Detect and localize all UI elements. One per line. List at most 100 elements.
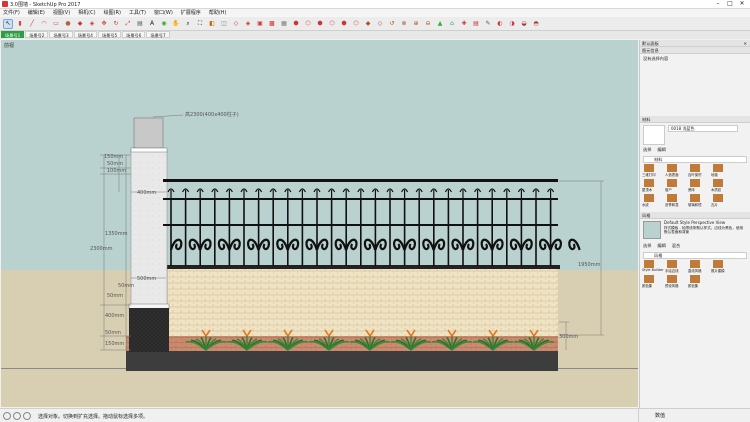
sandbox-icon[interactable]: ▲ bbox=[435, 19, 445, 29]
right-view-icon[interactable]: ⬡ bbox=[327, 19, 337, 29]
style-swatch[interactable]: 预设风格 bbox=[665, 275, 687, 289]
zoom-extents-icon[interactable]: ⛶ bbox=[195, 19, 205, 29]
material-swatch[interactable]: 木质纹 bbox=[711, 179, 733, 193]
scene-tab-6[interactable]: 场景号6 bbox=[122, 31, 146, 38]
warehouse-icon[interactable]: ⌂ bbox=[447, 19, 457, 29]
paint-bucket-icon[interactable]: ● bbox=[63, 19, 73, 29]
eraser-icon[interactable]: ▮ bbox=[15, 19, 25, 29]
layout-icon[interactable]: ▤ bbox=[471, 19, 481, 29]
scene-tab-7[interactable]: 场景号7 bbox=[146, 31, 170, 38]
menu-file[interactable]: 文件(F) bbox=[3, 9, 20, 17]
component-icon[interactable]: ◆ bbox=[363, 19, 373, 29]
entity-info-header[interactable]: 图元信息 bbox=[640, 47, 750, 54]
styles-tab-mix[interactable]: 混合 bbox=[672, 243, 680, 251]
material-swatch[interactable]: 水纹 bbox=[642, 194, 664, 208]
arc-tool-icon[interactable]: ◠ bbox=[39, 19, 49, 29]
menu-extensions[interactable]: 扩展程序 bbox=[181, 9, 201, 17]
shaded-icon[interactable]: ▣ bbox=[255, 19, 265, 29]
material-swatch[interactable]: 人造表面 bbox=[665, 164, 687, 178]
scale-icon[interactable]: ⤢ bbox=[123, 19, 133, 29]
tape-measure-icon[interactable]: ▤ bbox=[135, 19, 145, 29]
line-tool-icon[interactable]: ╱ bbox=[27, 19, 37, 29]
style-swatch[interactable]: 颜色集 bbox=[642, 275, 664, 289]
move-icon[interactable]: ✥ bbox=[99, 19, 109, 29]
measurements-box[interactable]: 数值 bbox=[638, 408, 750, 422]
rotate-icon[interactable]: ↻ bbox=[111, 19, 121, 29]
style-swatch[interactable]: 颜色集 bbox=[688, 275, 710, 289]
material-name-field[interactable]: 0018 浅蓝色 bbox=[668, 125, 738, 132]
back-view-icon[interactable]: ⬢ bbox=[339, 19, 349, 29]
shape-tool-icon[interactable]: ▭ bbox=[51, 19, 61, 29]
material-swatch[interactable]: 玻璃和镜 bbox=[688, 194, 710, 208]
material-swatch[interactable]: 瓷砖 bbox=[688, 179, 710, 193]
menu-help[interactable]: 帮助(H) bbox=[209, 9, 227, 17]
minimize-button[interactable]: – bbox=[712, 0, 724, 8]
scene-tab-5[interactable]: 场景号5 bbox=[97, 31, 122, 38]
scene-tab-1[interactable]: 场景号1 bbox=[1, 31, 25, 38]
style-swatch[interactable]: Style Builder bbox=[642, 260, 664, 274]
scene-tab-2[interactable]: 场景号2 bbox=[25, 31, 49, 38]
material-swatch[interactable]: 百叶窗帘 bbox=[688, 164, 710, 178]
group-icon[interactable]: ◇ bbox=[375, 19, 385, 29]
top-view-icon[interactable]: ⬡ bbox=[303, 19, 313, 29]
plugin-d-icon[interactable]: ◓ bbox=[531, 19, 541, 29]
materials-header[interactable]: 材料 bbox=[640, 116, 750, 123]
plugin-b-icon[interactable]: ◑ bbox=[507, 19, 517, 29]
plugin-a-icon[interactable]: ◐ bbox=[495, 19, 505, 29]
style-builder-icon[interactable]: ✎ bbox=[483, 19, 493, 29]
monochrome-icon[interactable]: ▦ bbox=[279, 19, 289, 29]
material-swatch[interactable]: 窗户 bbox=[665, 179, 687, 193]
wireframe-icon[interactable]: ◇ bbox=[231, 19, 241, 29]
material-swatch[interactable]: 三维打印 bbox=[642, 164, 664, 178]
push-pull-icon[interactable]: ◆ bbox=[75, 19, 85, 29]
material-swatch[interactable]: 沥青和混 bbox=[665, 194, 687, 208]
styles-library-select[interactable]: 风格 bbox=[643, 252, 747, 259]
zoom-icon[interactable]: ⌕ bbox=[183, 19, 193, 29]
menu-window[interactable]: 窗口(W) bbox=[154, 9, 173, 17]
menu-edit[interactable]: 编辑(E) bbox=[28, 9, 45, 17]
style-swatch[interactable]: 直线风格 bbox=[688, 260, 710, 274]
left-view-icon[interactable]: ⬡ bbox=[351, 19, 361, 29]
material-swatch[interactable]: 屋顶木 bbox=[642, 179, 664, 193]
credits-icon[interactable] bbox=[13, 412, 21, 420]
styles-tab-edit[interactable]: 编辑 bbox=[657, 243, 665, 251]
model-viewport[interactable]: 前视 高2300(400x400柱子) 150mm 50mm 100mm 400… bbox=[1, 40, 638, 407]
plugin-c-icon[interactable]: ◒ bbox=[519, 19, 529, 29]
follow-me-icon[interactable]: ↺ bbox=[387, 19, 397, 29]
material-swatch[interactable]: 瓦片 bbox=[711, 194, 733, 208]
intersect-icon[interactable]: ⊗ bbox=[399, 19, 409, 29]
text-tool-icon[interactable]: A bbox=[147, 19, 157, 29]
styles-tab-select[interactable]: 选择 bbox=[643, 243, 651, 251]
menu-draw[interactable]: 绘图(R) bbox=[104, 9, 121, 17]
maximize-button[interactable]: □ bbox=[724, 0, 736, 8]
style-swatch[interactable]: 照片建模 bbox=[711, 260, 733, 274]
styles-header[interactable]: 风格 bbox=[640, 212, 750, 219]
materials-tab-select[interactable]: 选择 bbox=[643, 147, 651, 155]
hidden-line-icon[interactable]: ◈ bbox=[243, 19, 253, 29]
close-button[interactable]: ✕ bbox=[736, 0, 748, 8]
iso-view-icon[interactable]: ⬢ bbox=[291, 19, 301, 29]
materials-library-select[interactable]: 材料 bbox=[643, 156, 747, 163]
solid-union-icon[interactable]: ⊕ bbox=[411, 19, 421, 29]
extension-icon[interactable]: ✚ bbox=[459, 19, 469, 29]
section-plane-icon[interactable]: ◧ bbox=[207, 19, 217, 29]
help-icon[interactable] bbox=[23, 412, 31, 420]
tray-close-icon[interactable]: ✕ bbox=[743, 40, 747, 47]
textured-icon[interactable]: ▩ bbox=[267, 19, 277, 29]
orbit-icon[interactable]: ◉ bbox=[159, 19, 169, 29]
solid-subtract-icon[interactable]: ⊖ bbox=[423, 19, 433, 29]
geo-location-icon[interactable] bbox=[3, 412, 11, 420]
pan-icon[interactable]: ✋ bbox=[171, 19, 181, 29]
front-view-icon[interactable]: ⬢ bbox=[315, 19, 325, 29]
menu-camera[interactable]: 相机(C) bbox=[78, 9, 95, 17]
scene-tab-4[interactable]: 场景号4 bbox=[73, 31, 97, 38]
menu-tools[interactable]: 工具(T) bbox=[129, 9, 146, 17]
menu-view[interactable]: 视图(V) bbox=[53, 9, 70, 17]
select-tool-icon[interactable]: ↖ bbox=[3, 18, 13, 29]
material-swatch[interactable]: 地毯 bbox=[711, 164, 733, 178]
xray-icon[interactable]: ◫ bbox=[219, 19, 229, 29]
scene-tab-3[interactable]: 场景号3 bbox=[49, 31, 73, 38]
materials-tab-edit[interactable]: 编辑 bbox=[657, 147, 665, 155]
offset-icon[interactable]: ◈ bbox=[87, 19, 97, 29]
style-swatch[interactable]: 手绘边线 bbox=[665, 260, 687, 274]
